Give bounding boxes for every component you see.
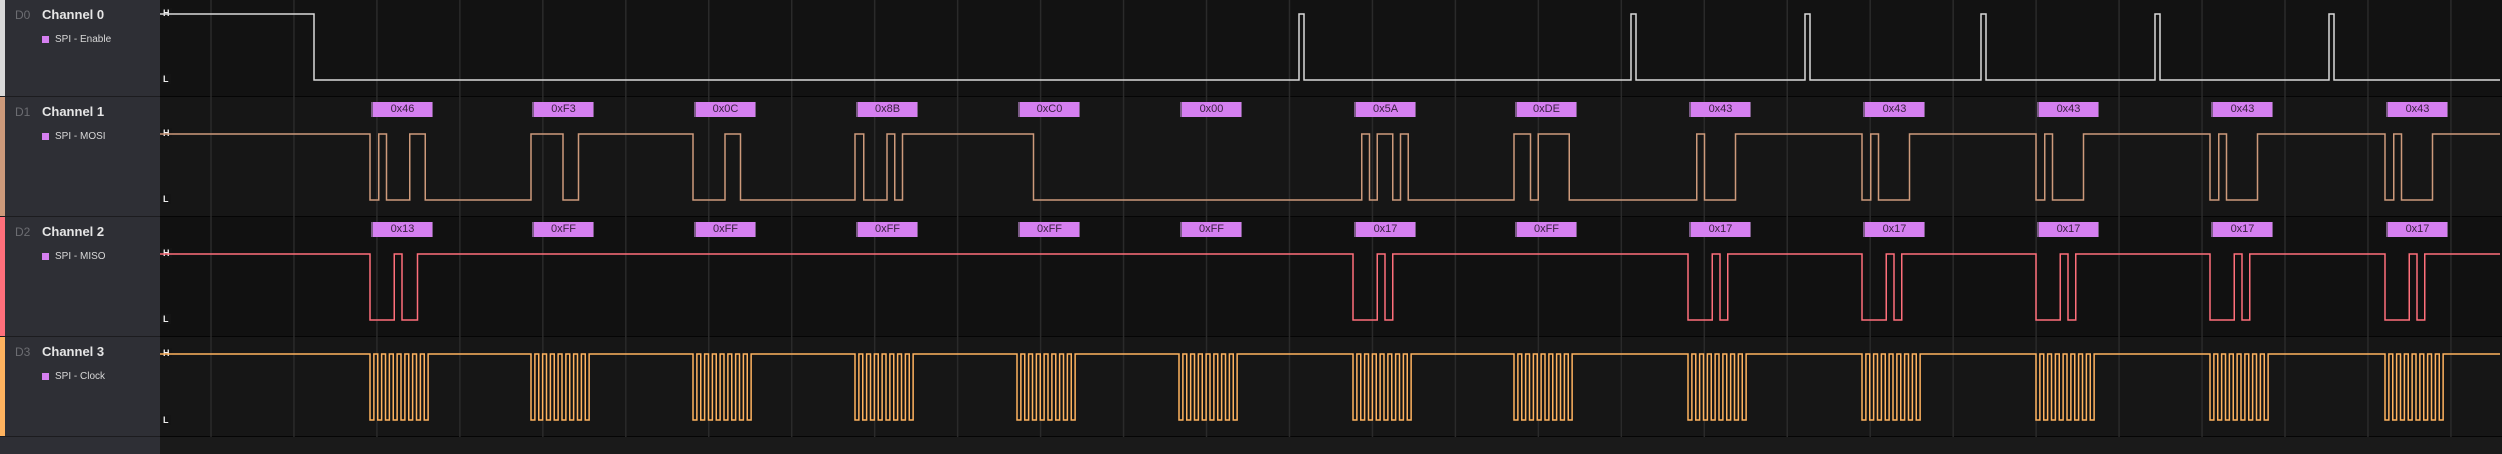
mosi-decoded-byte[interactable]: 0x43 bbox=[2386, 102, 2448, 117]
mosi-decoded-byte[interactable]: 0x8B bbox=[856, 102, 918, 117]
mosi-decoded-byte[interactable]: 0x43 bbox=[1863, 102, 1925, 117]
analyzer-color-swatch bbox=[42, 253, 49, 260]
mosi-decoded-byte[interactable]: 0x0C bbox=[694, 102, 756, 117]
mosi-decoded-byte[interactable]: 0x43 bbox=[1689, 102, 1751, 117]
miso-decoded-byte[interactable]: 0xFF bbox=[1180, 222, 1242, 237]
miso-decoded-byte[interactable]: 0xFF bbox=[532, 222, 594, 237]
mosi-decoded-byte[interactable]: 0x43 bbox=[2211, 102, 2273, 117]
channel-0-id: D0 bbox=[15, 8, 31, 22]
analyzer-label: SPI - MOSI bbox=[55, 131, 106, 142]
miso-decoded-byte[interactable]: 0x17 bbox=[1863, 222, 1925, 237]
waveform-canvas bbox=[160, 0, 2500, 437]
channel-2-name[interactable]: Channel 2 bbox=[42, 224, 104, 239]
analyzer-color-swatch bbox=[42, 373, 49, 380]
channel-3-analyzer: SPI - Clock bbox=[42, 371, 105, 382]
analyzer-color-swatch bbox=[42, 133, 49, 140]
channel-3-name[interactable]: Channel 3 bbox=[42, 344, 104, 359]
channel-3-header[interactable]: D3 Channel 3 SPI - Clock bbox=[0, 337, 160, 437]
channel-3-color-stripe bbox=[0, 337, 5, 436]
mosi-decoded-byte[interactable]: 0xDE bbox=[1515, 102, 1577, 117]
analyzer-label: SPI - MISO bbox=[55, 251, 106, 262]
clock-waveform bbox=[160, 353, 2500, 421]
channel-3-id: D3 bbox=[15, 345, 31, 359]
miso-decoded-byte[interactable]: 0xFF bbox=[1018, 222, 1080, 237]
channel-1-name[interactable]: Channel 1 bbox=[42, 104, 104, 119]
channel-2-color-stripe bbox=[0, 217, 5, 336]
analyzer-label: SPI - Clock bbox=[55, 371, 106, 382]
miso-decoded-byte[interactable]: 0x13 bbox=[371, 222, 433, 237]
channel-panel: D0 Channel 0 SPI - Enable D1 Channel 1 S… bbox=[0, 0, 160, 454]
mosi-decoded-byte[interactable]: 0x5A bbox=[1354, 102, 1416, 117]
channel-1-header[interactable]: D1 Channel 1 SPI - MOSI bbox=[0, 97, 160, 217]
miso-decoded-byte[interactable]: 0xFF bbox=[856, 222, 918, 237]
miso-decoded-byte[interactable]: 0xFF bbox=[694, 222, 756, 237]
miso-decoded-byte[interactable]: 0x17 bbox=[2386, 222, 2448, 237]
channel-0-analyzer: SPI - Enable bbox=[42, 34, 111, 45]
analyzer-label: SPI - Enable bbox=[55, 34, 112, 45]
mosi-decoded-byte[interactable]: 0xC0 bbox=[1018, 102, 1080, 117]
channel-1-color-stripe bbox=[0, 97, 5, 216]
miso-decoded-byte[interactable]: 0x17 bbox=[2037, 222, 2099, 237]
miso-decoded-byte[interactable]: 0x17 bbox=[1354, 222, 1416, 237]
enable-waveform bbox=[160, 13, 2500, 81]
channel-0-color-stripe bbox=[0, 0, 5, 96]
channel-0-header[interactable]: D0 Channel 0 SPI - Enable bbox=[0, 0, 160, 97]
channel-1-analyzer: SPI - MOSI bbox=[42, 131, 106, 142]
channel-2-analyzer: SPI - MISO bbox=[42, 251, 106, 262]
waveform-view[interactable]: H L H L H L H L 0x46 0xF3 0x0C 0x8B 0xC0 0x00… bbox=[160, 0, 2502, 454]
miso-decoded-byte[interactable]: 0x17 bbox=[1689, 222, 1751, 237]
channel-2-header[interactable]: D2 Channel 2 SPI - MISO bbox=[0, 217, 160, 337]
mosi-decoded-byte[interactable]: 0xF3 bbox=[532, 102, 594, 117]
channel-0-name[interactable]: Channel 0 bbox=[42, 7, 104, 22]
miso-decoded-byte[interactable]: 0x17 bbox=[2211, 222, 2273, 237]
miso-waveform bbox=[160, 253, 2500, 321]
mosi-decoded-byte[interactable]: 0x43 bbox=[2037, 102, 2099, 117]
analyzer-color-swatch bbox=[42, 36, 49, 43]
channel-1-id: D1 bbox=[15, 105, 31, 119]
channel-2-id: D2 bbox=[15, 225, 31, 239]
mosi-waveform bbox=[160, 133, 2500, 201]
mosi-decoded-byte[interactable]: 0x46 bbox=[371, 102, 433, 117]
miso-decoded-byte[interactable]: 0xFF bbox=[1515, 222, 1577, 237]
mosi-decoded-byte[interactable]: 0x00 bbox=[1180, 102, 1242, 117]
